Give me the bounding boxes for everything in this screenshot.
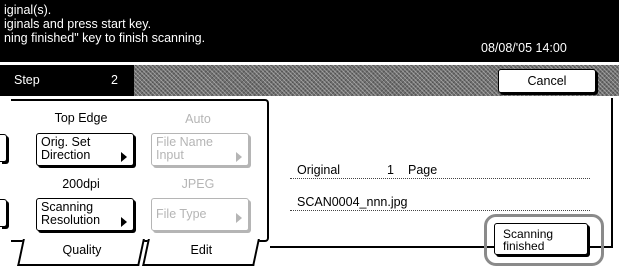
message-line-2: iginals and press start key. — [4, 17, 152, 31]
scanning-resolution-label-2: Resolution — [41, 213, 101, 227]
scanning-resolution-value: 200dpi — [62, 177, 100, 191]
triangle-right-icon — [236, 213, 242, 223]
tab-quality[interactable]: Quality — [17, 239, 145, 266]
step-indicator: Step 2 — [0, 65, 134, 96]
orig-set-direction-label-2: Direction — [41, 148, 91, 162]
file-name-input-label-2: Input — [156, 148, 184, 162]
file-type-label: File Type — [156, 207, 207, 221]
step-number: 2 — [111, 73, 118, 87]
scanning-finished-button[interactable]: Scanning finished — [494, 223, 588, 255]
datetime: 08/08/'05 14:00 — [481, 41, 567, 55]
original-label: Original — [297, 163, 341, 177]
message-line-1: iginal(s). — [4, 3, 52, 17]
file-name-input-value: Auto — [185, 112, 211, 126]
settings-panel: Top Edge Auto Orig. Set Direction File N… — [11, 99, 269, 242]
offscreen-button-stub[interactable] — [0, 134, 7, 162]
file-type-value: JPEG — [181, 177, 215, 191]
step-bar: Step 2 Cancel — [0, 62, 619, 98]
orig-set-direction-value: Top Edge — [54, 111, 108, 125]
file-type-button[interactable]: File Type — [151, 198, 249, 231]
message-header: iginal(s). iginals and press start key. … — [0, 0, 619, 62]
triangle-right-icon — [121, 152, 127, 162]
output-filename: SCAN0004_nnn.jpg — [297, 195, 408, 209]
page-count: 1 — [387, 163, 394, 177]
divider — [290, 178, 590, 179]
orig-set-direction-button[interactable]: Orig. Set Direction — [36, 133, 134, 166]
scanning-resolution-button[interactable]: Scanning Resolution — [36, 198, 134, 231]
offscreen-button-stub[interactable] — [0, 199, 7, 227]
main-border-right — [611, 98, 613, 248]
cancel-button[interactable]: Cancel — [498, 69, 596, 93]
tab-edit-label: Edit — [190, 243, 213, 257]
tab-edit[interactable]: Edit — [142, 239, 260, 266]
triangle-right-icon — [236, 152, 242, 162]
message-line-3: ning finished" key to finish scanning. — [4, 31, 206, 45]
page-unit: Page — [408, 163, 438, 177]
file-name-input-button[interactable]: File Name Input — [151, 133, 249, 166]
tab-quality-label: Quality — [62, 243, 101, 257]
divider — [290, 210, 590, 211]
scanning-finished-label-2: finished — [503, 239, 545, 253]
triangle-right-icon — [121, 217, 127, 227]
step-label: Step — [14, 73, 40, 87]
